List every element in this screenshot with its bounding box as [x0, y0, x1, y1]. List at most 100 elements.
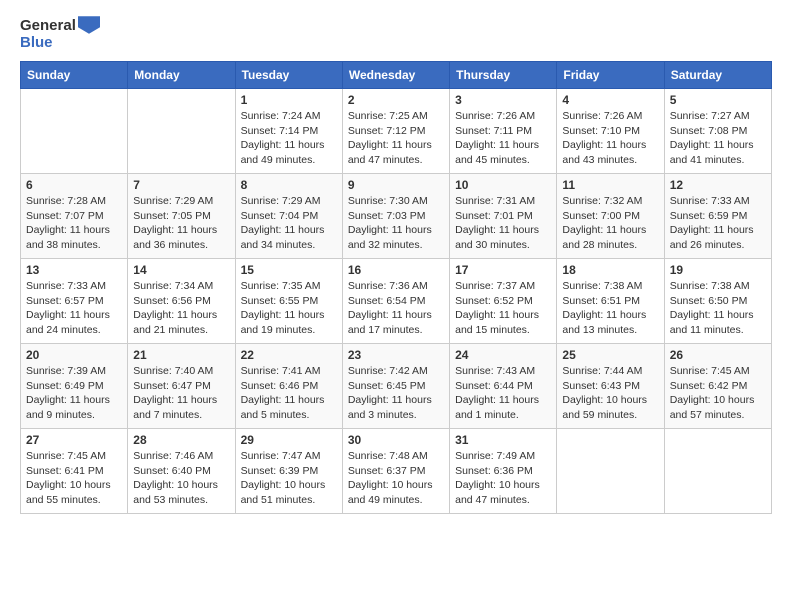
- day-number: 27: [26, 433, 122, 447]
- calendar-cell: 3 Sunrise: 7:26 AM Sunset: 7:11 PM Daylig…: [450, 89, 557, 174]
- calendar-cell: 6 Sunrise: 7:28 AM Sunset: 7:07 PM Daylig…: [21, 174, 128, 259]
- calendar-cell: 31 Sunrise: 7:49 AM Sunset: 6:36 PM Dayli…: [450, 429, 557, 514]
- weekday-header-sunday: Sunday: [21, 62, 128, 89]
- day-info: Sunrise: 7:39 AM Sunset: 6:49 PM Dayligh…: [26, 364, 122, 423]
- header: GeneralBlue: [20, 16, 772, 51]
- day-number: 7: [133, 178, 229, 192]
- day-info: Sunrise: 7:38 AM Sunset: 6:51 PM Dayligh…: [562, 279, 658, 338]
- calendar-cell: 30 Sunrise: 7:48 AM Sunset: 6:37 PM Dayli…: [342, 429, 449, 514]
- day-info: Sunrise: 7:33 AM Sunset: 6:57 PM Dayligh…: [26, 279, 122, 338]
- day-info: Sunrise: 7:28 AM Sunset: 7:07 PM Dayligh…: [26, 194, 122, 253]
- day-number: 31: [455, 433, 551, 447]
- calendar-cell: 18Sunrise: 7:38 AM Sunset: 6:51 PM Dayli…: [557, 259, 664, 344]
- day-info: Sunrise: 7:35 AM Sunset: 6:55 PM Dayligh…: [241, 279, 337, 338]
- calendar-week-row: 27 Sunrise: 7:45 AM Sunset: 6:41 PM Dayli…: [21, 429, 772, 514]
- calendar-cell: 1 Sunrise: 7:24 AM Sunset: 7:14 PM Daylig…: [235, 89, 342, 174]
- weekday-header-tuesday: Tuesday: [235, 62, 342, 89]
- day-info: Sunrise: 7:30 AM Sunset: 7:03 PM Dayligh…: [348, 194, 444, 253]
- day-info: Sunrise: 7:49 AM Sunset: 6:36 PM Dayligh…: [455, 449, 551, 508]
- day-number: 23: [348, 348, 444, 362]
- day-info: Sunrise: 7:48 AM Sunset: 6:37 PM Dayligh…: [348, 449, 444, 508]
- day-number: 26: [670, 348, 766, 362]
- day-info: Sunrise: 7:45 AM Sunset: 6:42 PM Dayligh…: [670, 364, 766, 423]
- weekday-header-row: SundayMondayTuesdayWednesdayThursdayFrid…: [21, 62, 772, 89]
- day-info: Sunrise: 7:34 AM Sunset: 6:56 PM Dayligh…: [133, 279, 229, 338]
- calendar-cell: 27 Sunrise: 7:45 AM Sunset: 6:41 PM Dayli…: [21, 429, 128, 514]
- day-info: Sunrise: 7:47 AM Sunset: 6:39 PM Dayligh…: [241, 449, 337, 508]
- day-info: Sunrise: 7:29 AM Sunset: 7:04 PM Dayligh…: [241, 194, 337, 253]
- weekday-header-friday: Friday: [557, 62, 664, 89]
- day-number: 15: [241, 263, 337, 277]
- day-info: Sunrise: 7:27 AM Sunset: 7:08 PM Dayligh…: [670, 109, 766, 168]
- day-number: 3: [455, 93, 551, 107]
- weekday-header-saturday: Saturday: [664, 62, 771, 89]
- day-info: Sunrise: 7:46 AM Sunset: 6:40 PM Dayligh…: [133, 449, 229, 508]
- calendar-cell: 2Sunrise: 7:25 AM Sunset: 7:12 PM Daylig…: [342, 89, 449, 174]
- calendar-cell: 12 Sunrise: 7:33 AM Sunset: 6:59 PM Dayli…: [664, 174, 771, 259]
- weekday-header-monday: Monday: [128, 62, 235, 89]
- day-number: 24: [455, 348, 551, 362]
- day-number: 8: [241, 178, 337, 192]
- calendar-cell: 7 Sunrise: 7:29 AM Sunset: 7:05 PM Daylig…: [128, 174, 235, 259]
- day-number: 1: [241, 93, 337, 107]
- day-info: Sunrise: 7:36 AM Sunset: 6:54 PM Dayligh…: [348, 279, 444, 338]
- calendar-cell: 8 Sunrise: 7:29 AM Sunset: 7:04 PM Daylig…: [235, 174, 342, 259]
- day-info: Sunrise: 7:43 AM Sunset: 6:44 PM Dayligh…: [455, 364, 551, 423]
- day-info: Sunrise: 7:31 AM Sunset: 7:01 PM Dayligh…: [455, 194, 551, 253]
- day-info: Sunrise: 7:44 AM Sunset: 6:43 PM Dayligh…: [562, 364, 658, 423]
- calendar-cell: 23 Sunrise: 7:42 AM Sunset: 6:45 PM Dayli…: [342, 344, 449, 429]
- day-number: 10: [455, 178, 551, 192]
- calendar-week-row: 13Sunrise: 7:33 AM Sunset: 6:57 PM Dayli…: [21, 259, 772, 344]
- calendar-cell: 19Sunrise: 7:38 AM Sunset: 6:50 PM Dayli…: [664, 259, 771, 344]
- day-number: 17: [455, 263, 551, 277]
- day-info: Sunrise: 7:32 AM Sunset: 7:00 PM Dayligh…: [562, 194, 658, 253]
- calendar-cell: 25 Sunrise: 7:44 AM Sunset: 6:43 PM Dayli…: [557, 344, 664, 429]
- day-number: 4: [562, 93, 658, 107]
- weekday-header-thursday: Thursday: [450, 62, 557, 89]
- calendar-cell: 4 Sunrise: 7:26 AM Sunset: 7:10 PM Daylig…: [557, 89, 664, 174]
- calendar-cell: 5 Sunrise: 7:27 AM Sunset: 7:08 PM Daylig…: [664, 89, 771, 174]
- calendar-cell: [128, 89, 235, 174]
- calendar-cell: 9 Sunrise: 7:30 AM Sunset: 7:03 PM Daylig…: [342, 174, 449, 259]
- calendar-week-row: 1 Sunrise: 7:24 AM Sunset: 7:14 PM Daylig…: [21, 89, 772, 174]
- calendar-cell: 17 Sunrise: 7:37 AM Sunset: 6:52 PM Dayli…: [450, 259, 557, 344]
- calendar-week-row: 6 Sunrise: 7:28 AM Sunset: 7:07 PM Daylig…: [21, 174, 772, 259]
- day-number: 6: [26, 178, 122, 192]
- weekday-header-wednesday: Wednesday: [342, 62, 449, 89]
- logo-arrow-icon: [78, 16, 100, 34]
- day-number: 14: [133, 263, 229, 277]
- day-number: 21: [133, 348, 229, 362]
- day-number: 9: [348, 178, 444, 192]
- calendar-cell: 13Sunrise: 7:33 AM Sunset: 6:57 PM Dayli…: [21, 259, 128, 344]
- day-info: Sunrise: 7:24 AM Sunset: 7:14 PM Dayligh…: [241, 109, 337, 168]
- day-number: 5: [670, 93, 766, 107]
- logo-general-text: General: [20, 17, 76, 34]
- day-info: Sunrise: 7:40 AM Sunset: 6:47 PM Dayligh…: [133, 364, 229, 423]
- calendar-cell: 16 Sunrise: 7:36 AM Sunset: 6:54 PM Dayli…: [342, 259, 449, 344]
- calendar-cell: 28Sunrise: 7:46 AM Sunset: 6:40 PM Dayli…: [128, 429, 235, 514]
- calendar-cell: 14 Sunrise: 7:34 AM Sunset: 6:56 PM Dayli…: [128, 259, 235, 344]
- calendar-table: SundayMondayTuesdayWednesdayThursdayFrid…: [20, 61, 772, 514]
- calendar-cell: [557, 429, 664, 514]
- day-number: 29: [241, 433, 337, 447]
- day-info: Sunrise: 7:41 AM Sunset: 6:46 PM Dayligh…: [241, 364, 337, 423]
- calendar-cell: 26 Sunrise: 7:45 AM Sunset: 6:42 PM Dayli…: [664, 344, 771, 429]
- calendar-cell: [21, 89, 128, 174]
- day-info: Sunrise: 7:37 AM Sunset: 6:52 PM Dayligh…: [455, 279, 551, 338]
- day-number: 11: [562, 178, 658, 192]
- day-number: 30: [348, 433, 444, 447]
- day-info: Sunrise: 7:29 AM Sunset: 7:05 PM Dayligh…: [133, 194, 229, 253]
- day-number: 20: [26, 348, 122, 362]
- day-info: Sunrise: 7:33 AM Sunset: 6:59 PM Dayligh…: [670, 194, 766, 253]
- day-number: 2: [348, 93, 444, 107]
- day-number: 12: [670, 178, 766, 192]
- calendar-cell: 21 Sunrise: 7:40 AM Sunset: 6:47 PM Dayli…: [128, 344, 235, 429]
- day-info: Sunrise: 7:45 AM Sunset: 6:41 PM Dayligh…: [26, 449, 122, 508]
- day-number: 16: [348, 263, 444, 277]
- day-number: 25: [562, 348, 658, 362]
- day-info: Sunrise: 7:26 AM Sunset: 7:10 PM Dayligh…: [562, 109, 658, 168]
- day-info: Sunrise: 7:42 AM Sunset: 6:45 PM Dayligh…: [348, 364, 444, 423]
- day-info: Sunrise: 7:26 AM Sunset: 7:11 PM Dayligh…: [455, 109, 551, 168]
- day-info: Sunrise: 7:38 AM Sunset: 6:50 PM Dayligh…: [670, 279, 766, 338]
- day-number: 22: [241, 348, 337, 362]
